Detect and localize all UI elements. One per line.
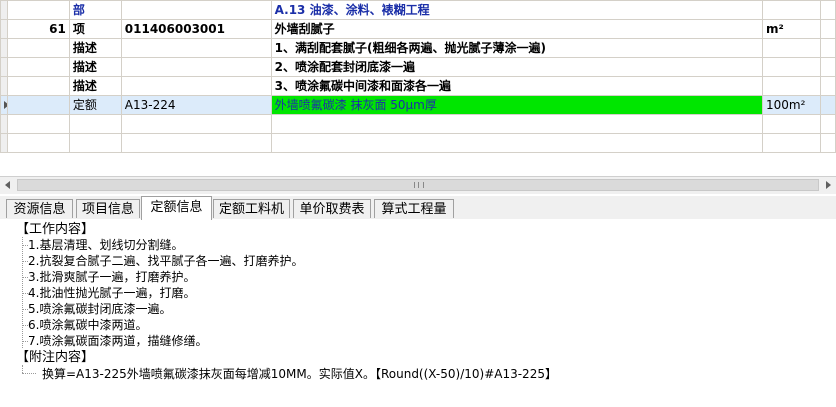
row-number [6, 95, 70, 115]
row-name[interactable]: 外墙喷氟碳漆 抹灰面 50μm厚 [270, 95, 764, 115]
row-number: 61 [6, 19, 70, 39]
current-row-arrow-icon [4, 101, 7, 109]
quota-info-panel: 【工作内容】 1.基层清理、划线切分割缝。 2.抗裂复合腻子二遍、找平腻子各一遍… [0, 219, 836, 407]
row-name: 3、喷涂氟碳中间漆和面漆各一遍 [270, 76, 764, 96]
row-code [120, 76, 272, 96]
note-heading: 【附注内容】 [16, 350, 95, 365]
detail-tabs: 资源信息 项目信息 定额信息 定额工料机 单价取费表 算式工程量 [0, 196, 836, 220]
table-row-empty[interactable] [0, 114, 836, 134]
row-name: A.13 油漆、涂料、裱糊工程 [270, 0, 764, 20]
arrow-right-icon [826, 181, 831, 189]
row-unit [762, 76, 821, 96]
row-name: 外墙刮腻子 [270, 19, 764, 39]
row-unit [762, 0, 821, 20]
row-unit [762, 38, 821, 58]
table-row[interactable]: 部 A.13 油漆、涂料、裱糊工程 [0, 0, 836, 20]
work-item: 6.喷涂氟碳中漆两道。 [28, 318, 148, 332]
scroll-right-button[interactable] [819, 177, 836, 193]
table-row[interactable]: 描述 3、喷涂氟碳中间漆和面漆各一遍 [0, 76, 836, 96]
row-indicator[interactable] [0, 76, 8, 96]
row-code [120, 38, 272, 58]
row-indicator[interactable] [0, 57, 8, 77]
row-type: 描述 [68, 76, 122, 96]
horizontal-scrollbar[interactable] [0, 176, 836, 194]
row-unit: m² [762, 19, 821, 39]
note-text: 换算=A13-225外墙喷氟碳漆抹灰面每增减10MM。实际值X。【Round((… [42, 367, 557, 381]
row-filler [819, 38, 836, 58]
quota-grid: 部 A.13 油漆、涂料、裱糊工程 61 项 011406003001 外墙刮腻… [0, 0, 836, 178]
row-filler [819, 76, 836, 96]
work-item: 5.喷涂氟碳封闭底漆一遍。 [28, 302, 172, 316]
tab-project-info[interactable]: 项目信息 [76, 199, 140, 218]
row-number [6, 57, 70, 77]
row-filler [819, 0, 836, 20]
work-content-heading: 【工作内容】 [16, 222, 95, 237]
row-filler [819, 57, 836, 77]
row-indicator[interactable] [0, 95, 8, 115]
row-indicator[interactable] [0, 19, 8, 39]
tab-formula-quantity[interactable]: 算式工程量 [374, 199, 454, 218]
row-filler [819, 19, 836, 39]
row-code: 011406003001 [120, 19, 272, 39]
row-code: A13-224 [120, 95, 272, 115]
row-type: 部 [68, 0, 122, 20]
tab-quota-materials[interactable]: 定额工料机 [213, 199, 290, 218]
row-type: 描述 [68, 38, 122, 58]
row-type: 项 [68, 19, 122, 39]
row-number [6, 76, 70, 96]
tab-unit-price-fees[interactable]: 单价取费表 [293, 199, 371, 218]
row-unit: 100m² [762, 95, 821, 115]
row-filler [819, 95, 836, 115]
work-item: 4.批油性抛光腻子一遍，打磨。 [28, 286, 196, 300]
work-item: 7.喷涂氟碳面漆两道，描缝修缮。 [28, 334, 208, 348]
row-indicator[interactable] [0, 0, 8, 20]
tab-resource-info[interactable]: 资源信息 [6, 199, 73, 218]
row-type: 描述 [68, 57, 122, 77]
row-name: 2、喷涂配套封闭底漆一遍 [270, 57, 764, 77]
table-row-empty[interactable] [0, 133, 836, 153]
table-row[interactable]: 描述 1、满刮配套腻子(粗细各两遍、抛光腻子薄涂一遍) [0, 38, 836, 58]
work-item: 3.批滑爽腻子一遍，打磨养护。 [28, 270, 196, 284]
table-row-selected[interactable]: 定额 A13-224 外墙喷氟碳漆 抹灰面 50μm厚 100m² [0, 95, 836, 115]
row-name: 1、满刮配套腻子(粗细各两遍、抛光腻子薄涂一遍) [270, 38, 764, 58]
grip-icon [414, 182, 424, 188]
scroll-left-button[interactable] [0, 177, 17, 193]
row-code [120, 0, 272, 20]
row-type: 定额 [68, 95, 122, 115]
arrow-left-icon [5, 181, 10, 189]
row-number [6, 0, 70, 20]
row-unit [762, 57, 821, 77]
tab-quota-info[interactable]: 定额信息 [141, 196, 212, 220]
work-item: 1.基层清理、划线切分割缝。 [28, 238, 184, 252]
row-code [120, 57, 272, 77]
scroll-thumb[interactable] [17, 179, 819, 191]
row-indicator[interactable] [0, 38, 8, 58]
table-row[interactable]: 描述 2、喷涂配套封闭底漆一遍 [0, 57, 836, 77]
row-number [6, 38, 70, 58]
table-row[interactable]: 61 项 011406003001 外墙刮腻子 m² [0, 19, 836, 39]
work-item: 2.抗裂复合腻子二遍、找平腻子各一遍、打磨养护。 [28, 254, 304, 268]
